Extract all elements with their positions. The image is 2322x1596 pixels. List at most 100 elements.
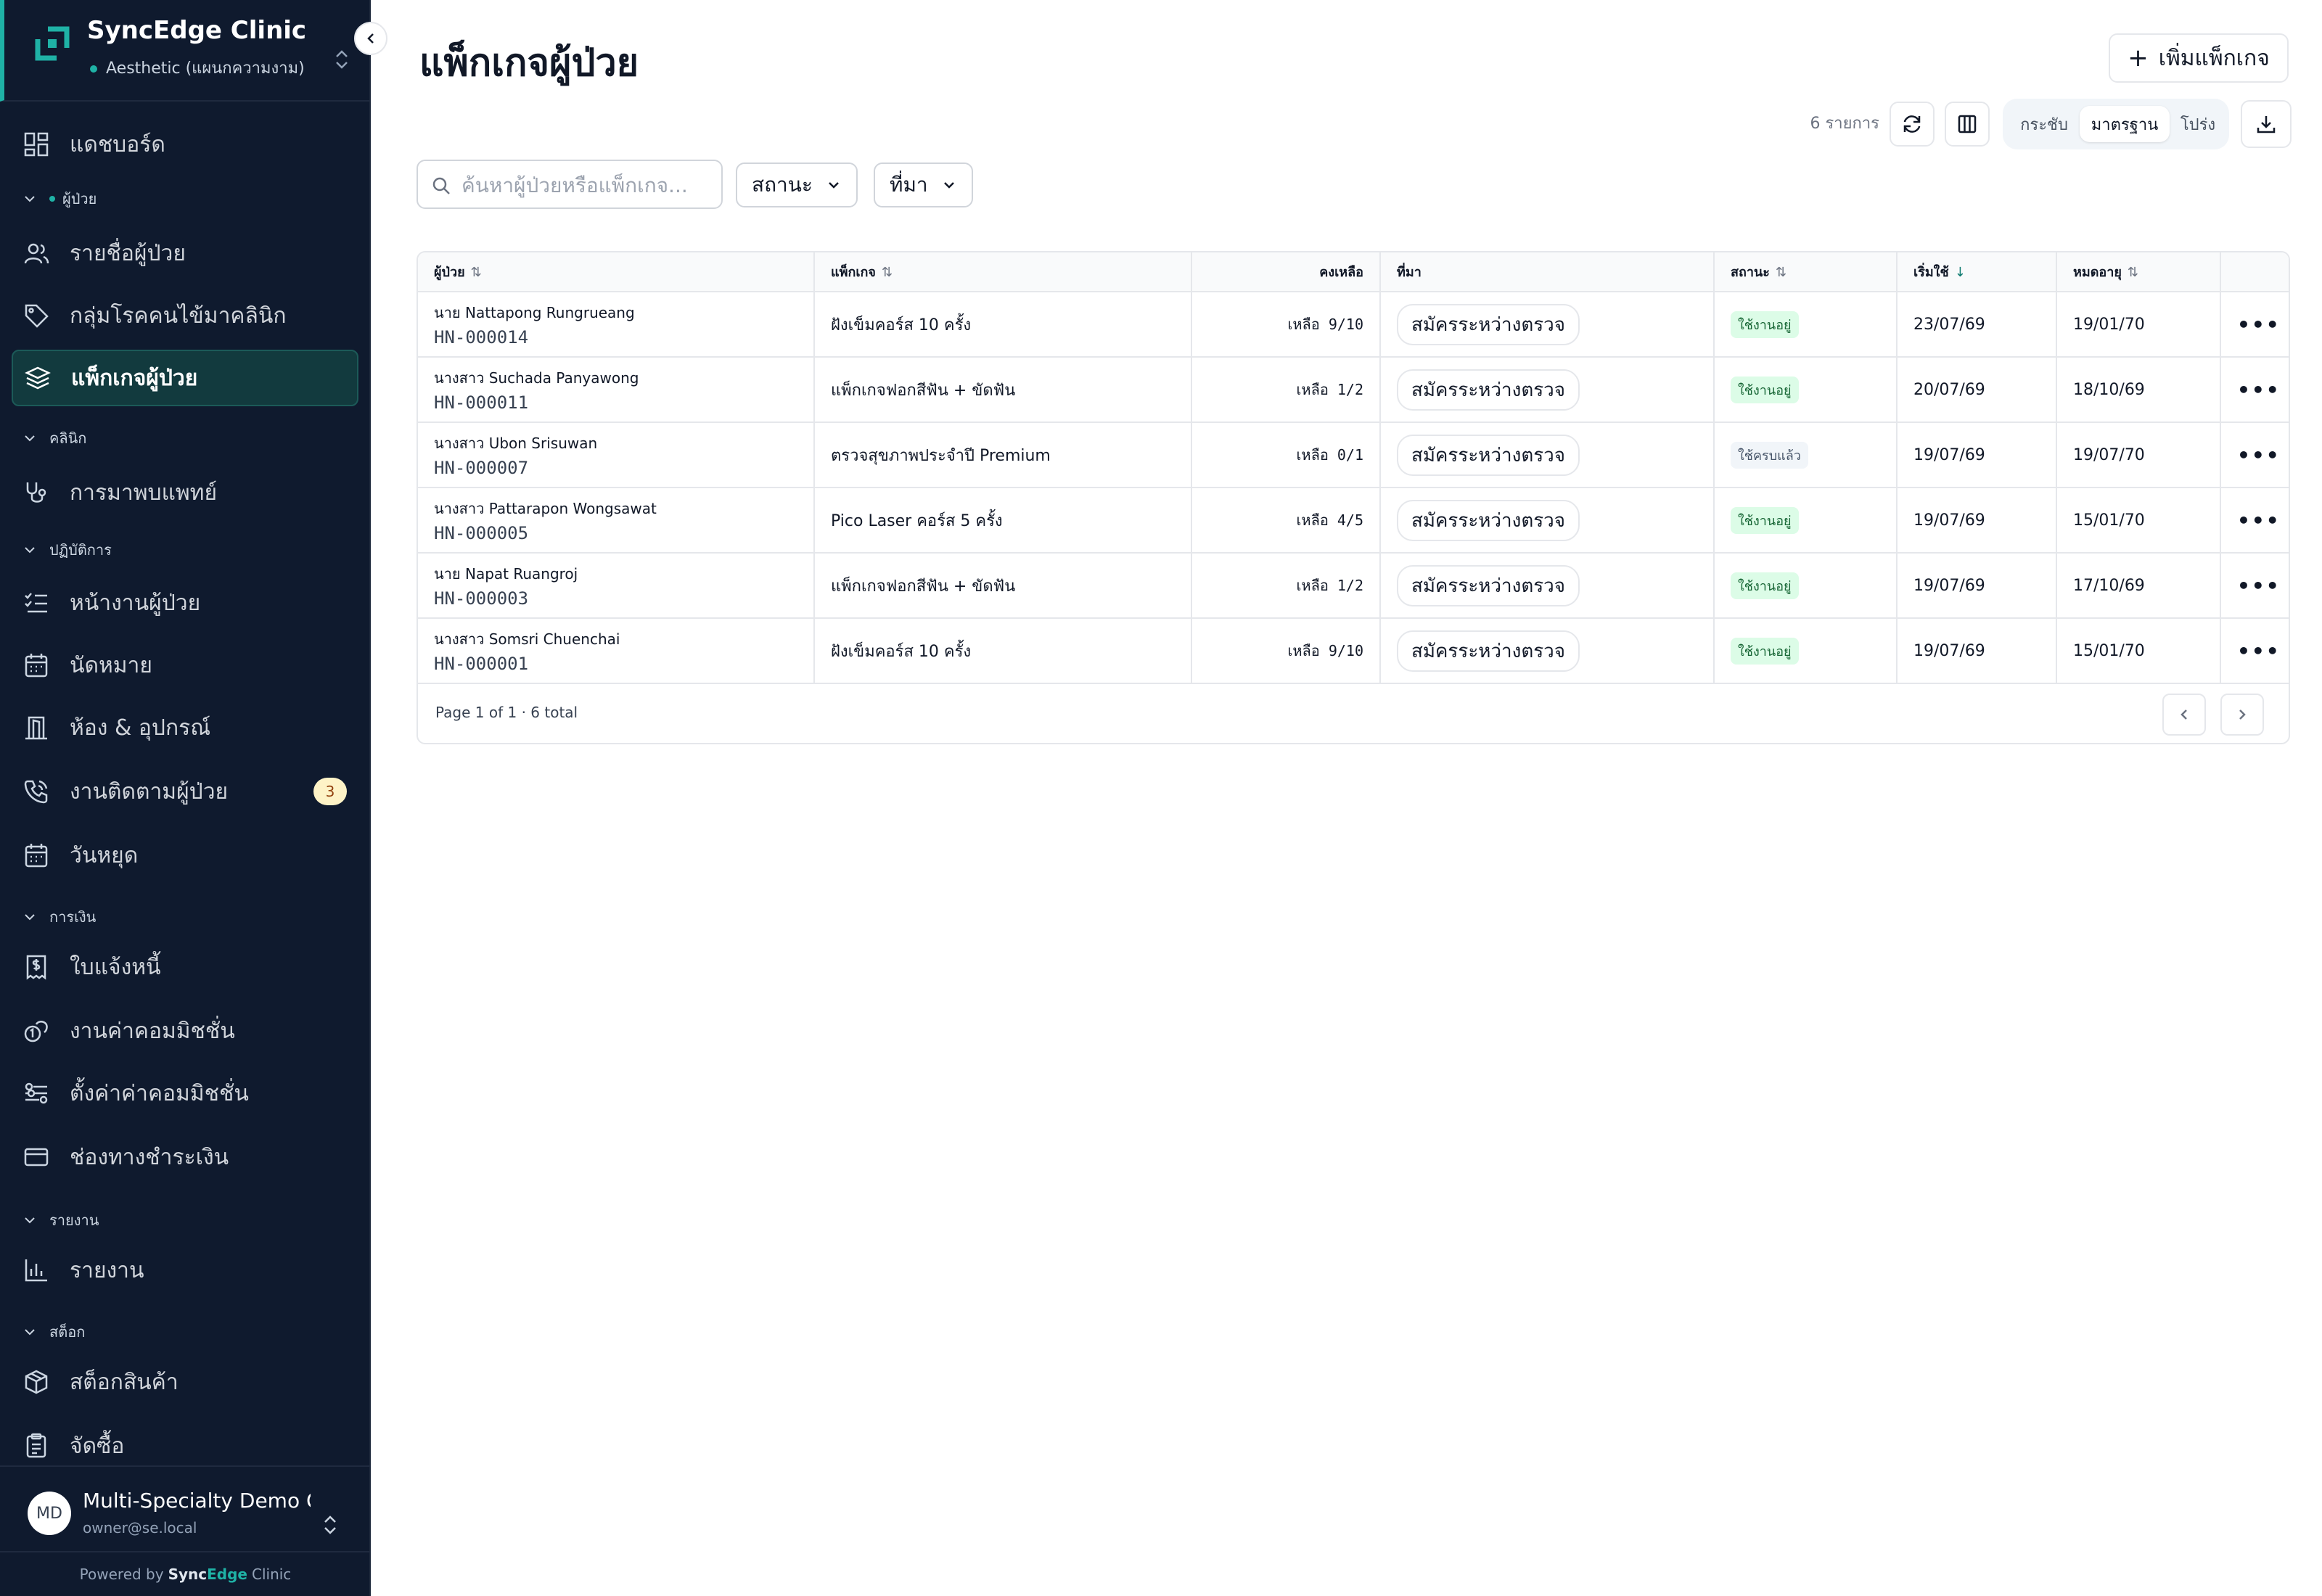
table-row[interactable]: นางสาว Somsri Chuenchai HN-000001 ฝังเข็มค… [418, 618, 2289, 684]
chevron-down-icon [25, 914, 35, 921]
chevron-left-icon [367, 33, 374, 44]
search-box[interactable] [417, 160, 723, 209]
table-row[interactable]: นางสาว Suchada Panyawong HN-000011 แพ็กเกจ… [418, 357, 2289, 423]
sidebar-item-patient-packages[interactable]: แพ็กเกจผู้ป่วย [12, 350, 358, 406]
section-stock[interactable]: สต็อก [22, 1317, 85, 1346]
cell-status: ใช้งานอยู่ [1714, 618, 1898, 684]
more-icon: ••• [2237, 312, 2281, 337]
cell-expire: 19/07/70 [2056, 422, 2221, 488]
table-row[interactable]: นาย Nattapong Rungrueang HN-000014 ฝังเข็ม… [418, 292, 2289, 358]
row-actions-button[interactable]: ••• [2220, 292, 2289, 358]
patient-name[interactable]: นางสาว Pattarapon Wongsawat [434, 497, 797, 520]
row-actions-button[interactable]: ••• [2220, 488, 2289, 554]
cell-expire: 19/01/70 [2056, 292, 2221, 358]
table-row[interactable]: นางสาว Ubon Srisuwan HN-000007 ตรวจสุขภาพป… [418, 422, 2289, 488]
col-label: หมดอายุ [2073, 265, 2122, 280]
row-actions-button[interactable]: ••• [2220, 553, 2289, 619]
status-filter[interactable]: สถานะ [736, 163, 858, 207]
row-actions-button[interactable]: ••• [2220, 357, 2289, 423]
sidebar-item-commission-jobs[interactable]: งานค่าคอมมิชชั่น [12, 1003, 358, 1059]
row-actions-button[interactable]: ••• [2220, 618, 2289, 684]
sidebar-item-rooms[interactable]: ห้อง & อุปกรณ์ [12, 699, 358, 756]
sidebar-item-appointments[interactable]: นัดหมาย [12, 637, 358, 694]
row-actions-button[interactable]: ••• [2220, 422, 2289, 488]
sort-icon: ⇅ [470, 265, 482, 280]
patient-name[interactable]: นางสาว Suchada Panyawong [434, 366, 797, 390]
col-label: แพ็กเกจ [831, 265, 876, 280]
sidebar-item-followups[interactable]: งานติดตามผู้ป่วย 3 [12, 763, 358, 820]
col-start[interactable]: เริ่มใช้ ↓ [1897, 252, 2057, 292]
user-menu[interactable]: MD Multi-Specialty Demo Owner owner@se.l… [0, 1465, 371, 1551]
packages-table: ผู้ป่วย ⇅ แพ็กเกจ ⇅ คงเหลือ ที่มา สถานะ ⇅ เ… [417, 251, 2290, 744]
sidebar-item-payment-channels[interactable]: ช่องทางชำระเงิน [12, 1129, 358, 1185]
cell-source: สมัครระหว่างตรวจ [1380, 618, 1715, 684]
cell-start: 20/07/69 [1897, 357, 2057, 423]
col-status[interactable]: สถานะ ⇅ [1714, 252, 1898, 292]
sidebar-item-patient-tasks[interactable]: หน้างานผู้ป่วย [12, 575, 358, 631]
sidebar-item-label: สต็อกสินค้า [70, 1369, 179, 1395]
sidebar-item-invoices[interactable]: ใบแจ้งหนี้ [12, 939, 358, 995]
export-button[interactable] [2241, 100, 2292, 148]
table-row[interactable]: นาย Napat Ruangroj HN-000003 แพ็กเกจฟอกสีฟ… [418, 553, 2289, 619]
source-badge: สมัครระหว่างตรวจ [1397, 499, 1580, 541]
sort-desc-icon: ↓ [1954, 265, 1966, 280]
search-icon [432, 177, 450, 194]
status-badge: ใช้งานอยู่ [1731, 637, 1799, 665]
density-toggle[interactable]: กระชับ มาตรฐาน โปร่ง [2003, 99, 2229, 149]
patient-name[interactable]: นาย Nattapong Rungrueang [434, 301, 797, 324]
brand-header[interactable]: SyncEdge Clinic Aesthetic (แผนกความงาม) [0, 0, 371, 102]
patient-name[interactable]: นางสาว Somsri Chuenchai [434, 628, 797, 651]
coins-icon [22, 1016, 51, 1045]
sidebar-item-patient-list[interactable]: รายชื่อผู้ป่วย [12, 225, 358, 281]
active-dot [49, 196, 55, 202]
section-reports[interactable]: รายงาน [22, 1206, 99, 1235]
prev-page-button[interactable] [2162, 694, 2206, 736]
columns-button[interactable] [1945, 102, 1990, 147]
sidebar-item-dashboard[interactable]: แดชบอร์ด [12, 116, 358, 173]
table-row[interactable]: นางสาว Pattarapon Wongsawat HN-000005 Pico… [418, 488, 2289, 554]
cell-status: ใช้งานอยู่ [1714, 553, 1898, 619]
more-icon: ••• [2237, 443, 2281, 467]
add-package-button[interactable]: + เพิ่มแพ็กเกจ [2109, 33, 2289, 83]
source-badge: สมัครระหว่างตรวจ [1397, 303, 1580, 345]
section-operations[interactable]: ปฏิบัติการ [22, 535, 112, 564]
section-clinic[interactable]: คลินิก [22, 424, 86, 453]
source-filter[interactable]: ที่มา [874, 163, 973, 207]
col-expire[interactable]: หมดอายุ ⇅ [2056, 252, 2221, 292]
chevron-right-icon [2239, 709, 2246, 720]
col-label: ที่มา [1397, 265, 1421, 280]
collapse-sidebar-button[interactable] [354, 22, 387, 55]
sidebar-item-commission-settings[interactable]: ตั้งค่าค่าคอมมิชชั่น [12, 1065, 358, 1122]
density-compact[interactable]: กระชับ [2011, 106, 2077, 142]
col-patient[interactable]: ผู้ป่วย ⇅ [418, 252, 815, 292]
powered-by: Powered by SyncEdge Clinic [0, 1551, 371, 1596]
cell-package: แพ็กเกจฟอกสีฟัน + ขัดฟัน [814, 357, 1192, 423]
patient-name[interactable]: นางสาว Ubon Srisuwan [434, 432, 797, 455]
stethoscope-icon [22, 478, 51, 507]
sidebar-item-doctor-visit[interactable]: การมาพบแพทย์ [12, 464, 358, 521]
density-comfortable[interactable]: โปร่ง [2173, 106, 2223, 142]
patient-hn: HN-000014 [434, 327, 529, 347]
col-actions [2220, 252, 2289, 292]
chevron-up-down-icon[interactable] [331, 46, 353, 73]
col-package[interactable]: แพ็กเกจ ⇅ [814, 252, 1192, 292]
chevron-up-down-icon[interactable] [319, 1512, 341, 1538]
density-standard[interactable]: มาตรฐาน [2080, 106, 2170, 142]
refresh-button[interactable] [1890, 102, 1935, 147]
source-badge: สมัครระหว่างตรวจ [1397, 630, 1580, 672]
plus-icon: + [2128, 44, 2149, 73]
section-label: รายงาน [49, 1212, 99, 1229]
search-input[interactable] [461, 165, 715, 205]
patient-name[interactable]: นาย Napat Ruangroj [434, 562, 797, 585]
cell-remaining: เหลือ 1/2 [1191, 357, 1381, 423]
more-icon: ••• [2237, 377, 2281, 402]
next-page-button[interactable] [2220, 694, 2264, 736]
status-dot [90, 65, 97, 73]
sidebar-item-reports[interactable]: รายงาน [12, 1242, 358, 1299]
chevron-down-icon [829, 182, 839, 189]
section-patients[interactable]: ผู้ป่วย [22, 184, 97, 213]
sidebar-item-holidays[interactable]: วันหยุด [12, 827, 358, 884]
sidebar-item-chronic-group[interactable]: กลุ่มโรคคนไข้มาคลินิก [12, 287, 358, 344]
sidebar-item-stock-items[interactable]: สต็อกสินค้า [12, 1354, 358, 1410]
section-finance[interactable]: การเงิน [22, 902, 96, 931]
